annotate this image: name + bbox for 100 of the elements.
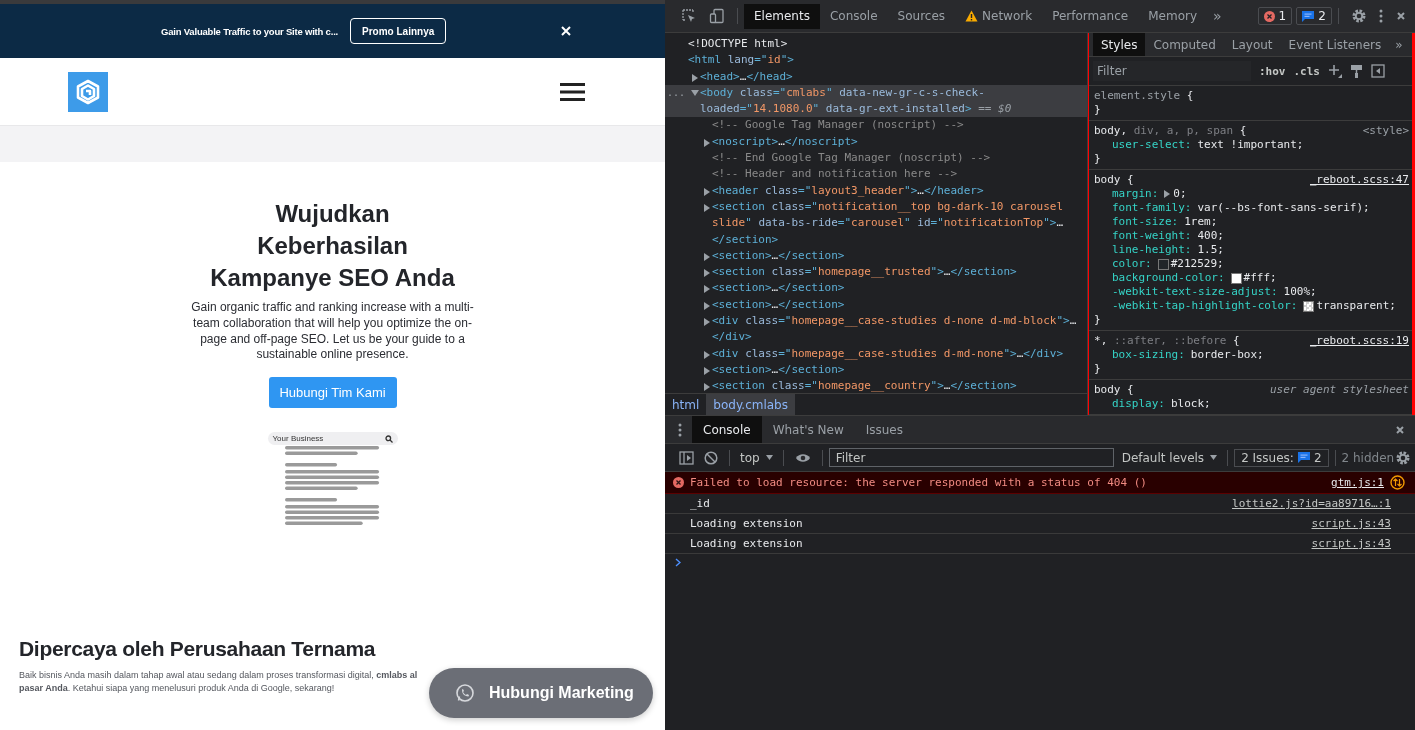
devtools-tab[interactable]: Sources [887,3,956,29]
property-name: user-select: [1112,138,1192,152]
panel-tab[interactable]: Styles [1093,33,1146,56]
tree-row[interactable]: <!DOCTYPE html> [665,36,1087,53]
property-name: font-weight: [1112,229,1192,243]
expand-arrow-icon[interactable] [703,202,711,213]
breadcrumb[interactable]: body.cmlabs [706,394,795,415]
expand-arrow-icon[interactable] [703,251,711,262]
expand-arrow-icon[interactable] [703,186,711,197]
breadcrumb[interactable]: html [665,394,707,415]
devtools-tab[interactable]: Console [819,3,888,29]
drawer-tab[interactable]: What's New [761,416,855,443]
panel-tab[interactable]: Layout [1223,33,1281,56]
tree-row[interactable]: <!-- End Google Tag Manager (noscript) --> [665,150,1087,167]
network-request-icon[interactable] [1390,475,1405,490]
prompt-chevron-icon [675,558,681,567]
drawer-tab[interactable]: Issues [854,416,914,443]
class-toggle[interactable]: .cls [1293,64,1320,78]
expand-arrow-icon[interactable] [703,300,711,311]
settings-icon[interactable] [1395,449,1411,466]
property-value: #212529; [1170,257,1224,271]
panel-tab[interactable]: Computed [1145,33,1224,56]
log-levels-dropdown[interactable]: Default levels [1117,450,1222,465]
source-link[interactable]: lottie2.js?id=aa89716…:1 [1232,497,1391,510]
node-markup: <div class="homepage__case-studies d-md-none">…</div> [712,345,1065,362]
source-link[interactable]: script.js:43 [1311,517,1391,530]
issues-button[interactable]: 2 Issues: 2 [1234,448,1329,467]
tree-row[interactable]: <section class="notification__top bg-dark-10 carousel slide" data-bs-ride="carousel" id="notificationTop">… </section> [665,198,1087,248]
expand-arrow-icon[interactable] [703,284,711,295]
more-options-icon[interactable] [1378,9,1383,23]
menu-icon[interactable] [560,81,585,102]
property-name: background-color: [1112,271,1225,285]
color-swatch[interactable] [1303,300,1315,312]
tree-row[interactable]: <!-- Header and notification here --> [665,166,1087,183]
devtools-tab[interactable]: Elements [744,3,820,29]
devtools-tab[interactable]: Performance [1042,3,1139,29]
hover-state-toggle[interactable]: :hov [1259,64,1286,78]
node-markup: <section class="notification__top bg-dark-10 carousel slide" data-bs-ride="carousel" id="notificationTop">… </section> [712,198,1065,248]
logo-icon[interactable] [68,71,108,112]
node-menu-dots[interactable]: ... [667,84,686,102]
tree-row[interactable]: <section class="homepage__country">…</section> [665,378,1087,393]
expand-arrow-icon[interactable] [703,137,711,148]
tree-row[interactable]: <section>…</section> [665,361,1087,379]
paint-roller-icon[interactable] [1350,64,1363,78]
hidden-count: 2 hidden [1341,450,1395,465]
clear-icon[interactable] [704,450,718,465]
expand-arrow-icon[interactable] [703,365,711,376]
property-value: transparent; [1316,299,1396,313]
error-icon [1263,10,1275,22]
color-swatch[interactable] [1230,272,1242,284]
promo-button[interactable]: Promo Lainnya [350,18,447,44]
source-link[interactable]: _reboot.scss:47 [1309,173,1409,187]
expand-arrow-icon[interactable] [703,382,711,393]
tree-row[interactable]: <html lang="id"> [665,52,1087,69]
drawer-tab[interactable]: Console [692,416,762,443]
panel-tab[interactable]: Event Listeners [1280,33,1390,56]
sidebar-icon[interactable] [679,450,694,465]
source-link[interactable]: script.js:43 [1311,537,1391,550]
tree-row[interactable]: <div class="homepage__case-studies d-md-none">…</div> [665,345,1087,362]
device-icon[interactable] [709,8,725,24]
color-swatch[interactable] [1157,258,1169,270]
css-selector: element.style { [1094,89,1194,103]
expand-arrow-icon[interactable] [691,72,699,83]
source-link[interactable]: gtm.js:1 [1331,476,1384,489]
expand-arrow-icon[interactable] [703,349,711,360]
node-markup: <!DOCTYPE html> [688,36,789,52]
more-options-icon[interactable] [678,422,682,437]
node-markup: <!-- Header and notification here --> [712,166,959,183]
settings-icon[interactable] [1350,8,1367,24]
message-count-badge[interactable]: 2 [1296,7,1332,25]
close-icon[interactable] [559,24,573,38]
eye-icon[interactable] [794,452,811,463]
filter-field[interactable]: Filter [828,448,1114,467]
tree-row[interactable]: <section>…</section> [665,296,1087,314]
expand-arrow-icon[interactable] [1164,190,1171,198]
tree-row[interactable]: ... <body class="cmlabs" data-new-gr-c-s-check-loaded="14.1080.0" data-gr-ext-installed> == $0 [665,84,1087,118]
inspect-icon[interactable] [681,8,697,24]
plus-icon[interactable] [1328,64,1342,78]
more-tabs-button[interactable]: » [1213,8,1222,24]
search-mockup-text: Your Business [272,434,324,444]
promo-text: Gain Valuable Traffic to your Site with c... [161,25,339,37]
devtools-tab[interactable]: Network [955,3,1043,29]
contact-marketing-button[interactable]: Hubungi Marketing [429,668,653,718]
tree-row[interactable]: <noscript>…</noscript> [665,133,1087,151]
context-dropdown[interactable]: top [736,450,777,465]
filter-field[interactable]: Filter [1093,61,1251,81]
expand-arrow-icon[interactable] [703,268,711,279]
tree-row[interactable]: <section>…</section> [665,247,1087,265]
tree-row[interactable]: <!-- Google Tag Manager (noscript) --> [665,117,1087,134]
tree-row[interactable]: <section class="homepage__trusted">…</section> [665,264,1087,281]
source-link[interactable]: _reboot.scss:19 [1309,334,1409,348]
more-tabs-button[interactable]: » [1395,37,1403,52]
error-count-badge[interactable]: 1 [1257,7,1293,25]
expand-arrow-icon[interactable] [703,317,711,328]
sidebar-toggle-icon[interactable] [1371,64,1385,78]
tree-row[interactable]: <section>…</section> [665,280,1087,297]
tree-row[interactable]: <head>…</head> [665,68,1087,85]
tree-row[interactable]: <header class="layout3_header">…</header> [665,182,1087,199]
devtools-tab[interactable]: Memory [1138,3,1207,29]
property-value: 1.5; [1197,243,1224,257]
